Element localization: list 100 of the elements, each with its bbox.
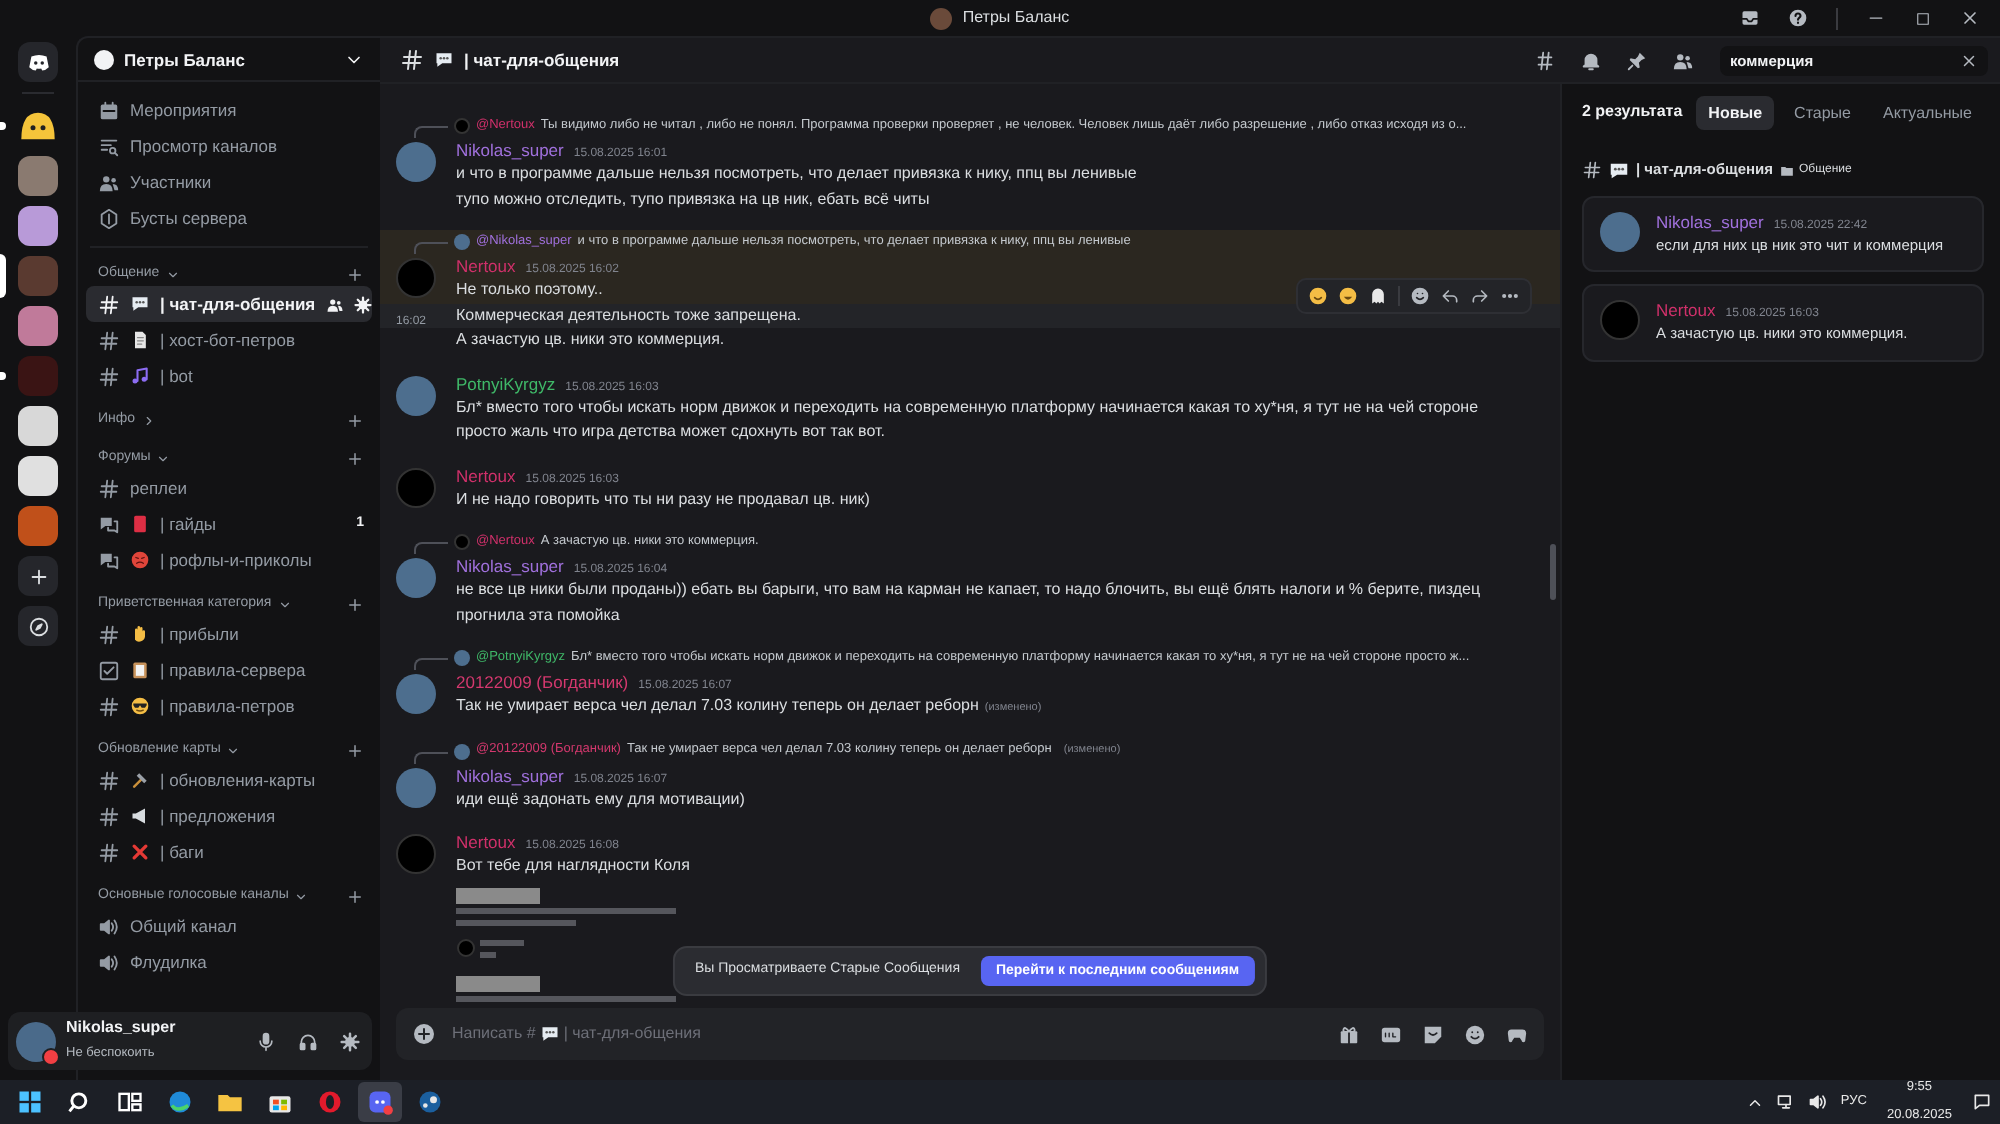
smiley-icon[interactable]: [1308, 285, 1328, 305]
author-name[interactable]: Nikolas_super: [456, 554, 564, 579]
gif-icon[interactable]: [1380, 1023, 1402, 1045]
reply-connector: [414, 126, 448, 138]
plus-icon[interactable]: [346, 411, 364, 429]
discover-button[interactable]: [18, 606, 58, 646]
user-avatar: [1600, 300, 1640, 340]
message-text: не все цв ники были проданы)) ебать вы барыги, что вам на карман не капает, то надо блочить, вы ещё блять налоги и % берите, пиздец прогнила эта помойка: [456, 580, 1481, 623]
clear-icon[interactable]: [1960, 51, 1978, 69]
sort-tab[interactable]: Актуальные: [1871, 96, 1984, 130]
hand-icon: [130, 624, 150, 644]
channel-item[interactable]: | чат-для-общения: [86, 286, 372, 322]
home-button[interactable]: [18, 42, 58, 82]
reply-avatar: [454, 234, 470, 250]
add-member-icon: [325, 295, 344, 313]
hash-icon: [98, 623, 120, 645]
volume-icon[interactable]: [1808, 1092, 1829, 1112]
plus-icon[interactable]: [346, 595, 364, 613]
add-server-button[interactable]: [18, 556, 58, 596]
page-icon: [130, 330, 150, 350]
chevron-down-icon: [294, 889, 309, 903]
user-avatar[interactable]: [16, 1021, 56, 1061]
author-name[interactable]: Nikolas_super: [456, 763, 564, 788]
message-text: А зачастую цв. ники это коммерция.: [456, 330, 725, 348]
channel-item[interactable]: | bot: [86, 358, 372, 394]
pin-icon[interactable]: [1626, 49, 1648, 71]
nav-item[interactable]: Просмотр каналов: [90, 130, 368, 164]
threads-icon[interactable]: [1534, 49, 1556, 71]
channel-item[interactable]: Общий канал: [86, 908, 372, 944]
user-avatar: [396, 258, 436, 298]
inbox-icon[interactable]: [1740, 8, 1760, 28]
network-icon[interactable]: [1776, 1092, 1797, 1112]
megaphone-icon: [130, 806, 150, 826]
nav-item[interactable]: Бусты сервера: [90, 202, 368, 236]
channel-item[interactable]: | рофлы-и-приколы: [86, 542, 372, 578]
author-name[interactable]: Nertoux: [456, 463, 516, 488]
headphones-icon[interactable]: [298, 1031, 318, 1051]
reply-connector: [414, 242, 448, 254]
hash-icon: [1582, 160, 1602, 181]
channel-item[interactable]: | обновления-карты: [86, 762, 372, 798]
close-icon[interactable]: [1960, 8, 1980, 28]
forward-icon[interactable]: [1470, 285, 1490, 305]
ghost-icon[interactable]: [1368, 285, 1388, 305]
channel-item[interactable]: Флудилка: [86, 944, 372, 980]
channel-item[interactable]: | правила-петров: [86, 688, 372, 724]
microphone-icon[interactable]: [256, 1031, 276, 1051]
notifications-icon[interactable]: [1972, 1092, 1992, 1112]
chevron-down-icon: [277, 597, 292, 611]
channel-item[interactable]: | хост-бот-петров: [86, 322, 372, 358]
chevron-right-icon: [141, 413, 156, 427]
hash-icon: [400, 48, 424, 72]
help-icon[interactable]: [1788, 8, 1808, 28]
server-icon[interactable]: [18, 206, 58, 246]
maximize-icon[interactable]: [1914, 9, 1932, 27]
nav-item[interactable]: Участники: [90, 166, 368, 200]
author-name[interactable]: Nertoux: [456, 830, 516, 855]
hash-icon: [98, 695, 120, 717]
members-icon[interactable]: [1672, 49, 1694, 71]
server-name-button[interactable]: Петры Баланс: [78, 38, 380, 82]
sort-tab[interactable]: Старые: [1782, 96, 1863, 130]
server-icon[interactable]: [18, 306, 58, 346]
grin-icon[interactable]: [1338, 285, 1358, 305]
author-name[interactable]: PotnyiKyrgyz: [456, 371, 556, 396]
plus-icon[interactable]: [346, 741, 364, 759]
channel-item[interactable]: | баги: [86, 834, 372, 870]
settings-icon: [353, 295, 372, 313]
plus-icon[interactable]: [346, 887, 364, 905]
message-text: Коммерческая деятельность тоже запрещена.: [456, 305, 801, 323]
chat-app-icon: [366, 1088, 394, 1116]
settings-icon[interactable]: [340, 1031, 360, 1051]
sticker-icon[interactable]: [1422, 1023, 1444, 1045]
reply-icon[interactable]: [1440, 285, 1460, 305]
add-attachment-icon[interactable]: [412, 1022, 436, 1046]
game-launcher-icon: [416, 1088, 444, 1116]
scrollbar-thumb[interactable]: [1550, 544, 1556, 600]
add-reaction-icon[interactable]: [1410, 285, 1430, 305]
hash-icon: [98, 293, 120, 315]
task-view-icon: [116, 1088, 144, 1116]
author-name[interactable]: 20122009 (Богданчик): [456, 670, 629, 695]
channel-item[interactable]: | правила-сервера: [86, 652, 372, 688]
sort-tab[interactable]: Новые: [1696, 96, 1775, 130]
message-text: Так не умирает верса чел делал 7.03 колину теперь он делает реборн: [456, 696, 979, 714]
channel-item[interactable]: | прибыли: [86, 616, 372, 652]
author-name[interactable]: Nikolas_super: [456, 138, 564, 163]
message-text: иди ещё задонать ему для мотивации): [456, 789, 745, 807]
plus-icon[interactable]: [346, 265, 364, 283]
channel-item[interactable]: реплеи: [86, 470, 372, 506]
server-icon[interactable]: [18, 456, 58, 496]
user-avatar: [1600, 211, 1640, 251]
members-icon: [98, 172, 120, 194]
nav-item[interactable]: Мероприятия: [90, 94, 368, 128]
channel-item[interactable]: | предложения: [86, 798, 372, 834]
user-avatar: [396, 834, 436, 874]
plus-icon[interactable]: [346, 449, 364, 467]
folder-icon: [1779, 163, 1794, 178]
emoji-icon[interactable]: [1464, 1023, 1486, 1045]
gift-icon[interactable]: [1338, 1023, 1360, 1045]
server-icon[interactable]: [18, 406, 58, 446]
bell-icon[interactable]: [1580, 49, 1602, 71]
hash-icon: [98, 477, 120, 499]
